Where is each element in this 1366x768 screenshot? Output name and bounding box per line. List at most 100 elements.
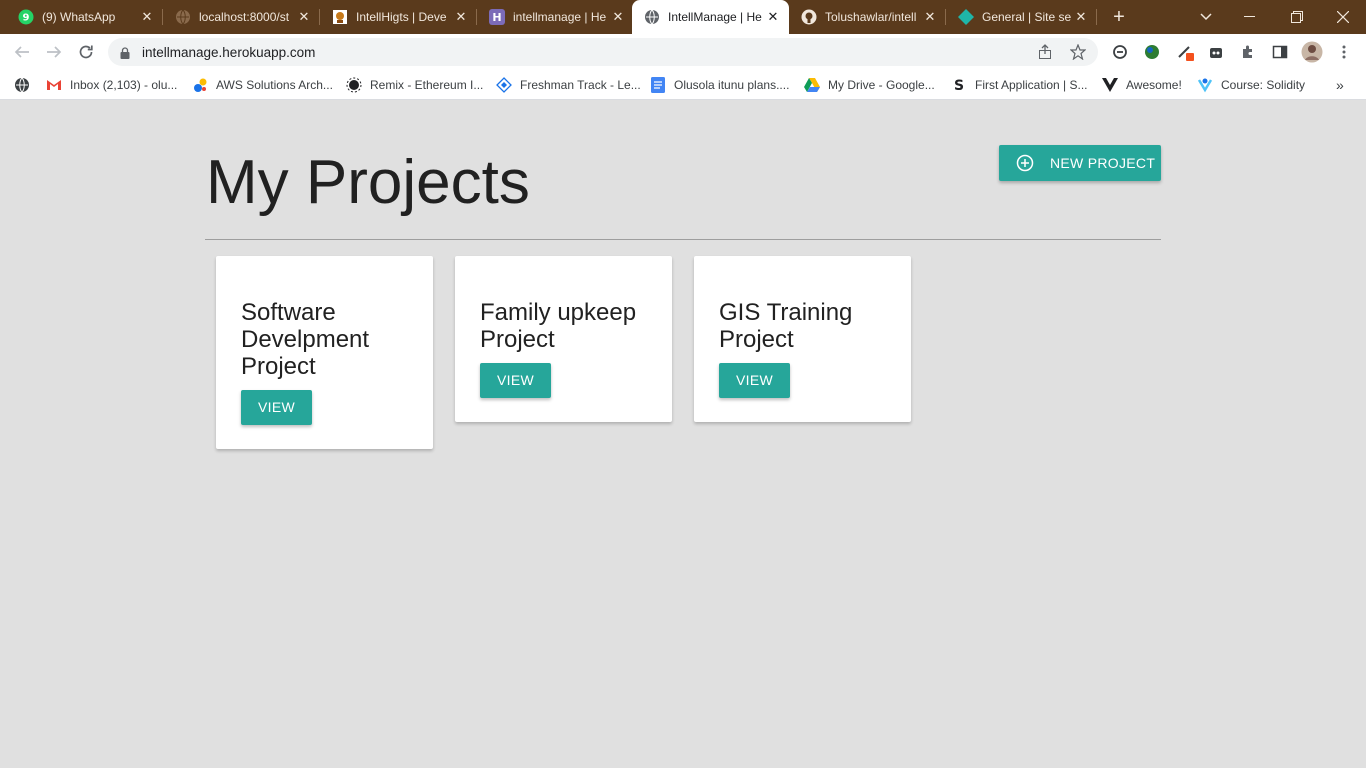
bookmark-gmail[interactable]: Inbox (2,103) - olu... — [46, 75, 177, 95]
diamond-icon — [496, 77, 512, 93]
aws-icon — [192, 77, 208, 93]
reload-icon[interactable] — [74, 40, 98, 64]
svg-text:H: H — [492, 11, 501, 24]
extensions-puzzle-icon[interactable] — [1236, 40, 1260, 64]
bookmark-label: Remix - Ethereum I... — [370, 78, 484, 92]
forward-icon[interactable] — [42, 40, 66, 64]
project-title: GIS Training Project — [719, 299, 853, 353]
heading-divider — [205, 239, 1161, 240]
bookmark-label: Olusola itunu plans.... — [674, 78, 790, 92]
restore-icon[interactable] — [1285, 0, 1309, 34]
minimize-icon[interactable] — [1238, 0, 1262, 34]
globe-icon — [644, 9, 660, 25]
svg-text:S: S — [954, 78, 964, 93]
tab-title: Tolushawlar/intell — [825, 10, 917, 24]
tab-title: intellmanage | He — [513, 10, 607, 24]
bookmark-label: Course: Solidity — [1221, 78, 1306, 92]
bookmarks-overflow-icon[interactable]: » — [1336, 75, 1344, 95]
extension-pen-icon[interactable] — [1174, 40, 1198, 64]
heroku-icon: H — [489, 9, 505, 25]
close-icon[interactable]: ✕ — [920, 9, 940, 25]
address-bar[interactable]: intellmanage.herokuapp.com — [108, 38, 1098, 66]
bookmark-strapi[interactable]: S First Application | S... — [951, 75, 1088, 95]
add-circle-icon — [1016, 154, 1034, 172]
project-title: Family upkeep Project — [480, 299, 637, 353]
bookmark-awesome[interactable]: Awesome! — [1102, 75, 1182, 95]
bookmark-label: Freshman Track - Le... — [520, 78, 641, 92]
tab-github[interactable]: Tolushawlar/intell ✕ — [789, 0, 946, 34]
browser-toolbar: intellmanage.herokuapp.com — [0, 34, 1366, 70]
bookmark-label: AWS Solutions Arch... — [216, 78, 333, 92]
drive-icon — [804, 77, 820, 93]
close-icon[interactable]: ✕ — [137, 9, 157, 25]
globe-icon — [14, 77, 30, 93]
tab-intellmanage-active[interactable]: IntellManage | He ✕ — [632, 0, 789, 34]
bookmark-remix[interactable]: Remix - Ethereum I... — [346, 75, 483, 95]
bookmark-aws[interactable]: AWS Solutions Arch... — [192, 75, 333, 95]
tab-title: General | Site sett — [982, 10, 1071, 24]
close-icon[interactable]: ✕ — [294, 9, 314, 25]
vue-icon — [1102, 77, 1118, 93]
url-text: intellmanage.herokuapp.com — [142, 45, 316, 60]
svg-text:9: 9 — [23, 13, 30, 24]
whatsapp-icon: 9 — [18, 9, 34, 25]
new-tab-button[interactable]: + — [1107, 0, 1131, 34]
tab-title: (9) WhatsApp — [42, 10, 116, 24]
view-project-button[interactable]: VIEW — [241, 390, 312, 425]
tab-title: IntellManage | He — [668, 10, 762, 24]
site-icon — [332, 9, 348, 25]
project-title: Software Develpment Project — [241, 299, 370, 380]
bookmark-apps-globe-icon[interactable] — [14, 75, 38, 95]
avatar[interactable] — [1300, 40, 1324, 64]
bookmark-label: Awesome! — [1126, 78, 1182, 92]
bookmark-google-drive[interactable]: My Drive - Google... — [804, 75, 935, 95]
strapi-icon: S — [951, 77, 967, 93]
close-icon[interactable]: ✕ — [1071, 9, 1091, 25]
globe-icon — [175, 9, 191, 25]
lock-icon — [120, 46, 130, 64]
bookmark-solidity-course[interactable]: Course: Solidity — [1197, 75, 1305, 95]
project-card: Family upkeep Project VIEW — [455, 256, 672, 422]
tab-title: IntellHigts | Deve — [356, 10, 447, 24]
extension-sync-icon[interactable] — [1108, 40, 1132, 64]
page-content: My Projects NEW PROJECT Software Develpm… — [0, 101, 1366, 768]
menu-kebab-icon[interactable] — [1332, 40, 1356, 64]
tab-search-icon[interactable] — [1194, 0, 1218, 34]
project-card: Software Develpment Project VIEW — [216, 256, 433, 449]
tab-whatsapp[interactable]: 9 (9) WhatsApp ✕ — [6, 0, 163, 34]
extension-globe-icon[interactable] — [1140, 40, 1164, 64]
github-icon — [801, 9, 817, 25]
docs-icon — [650, 77, 666, 93]
new-project-button[interactable]: NEW PROJECT — [999, 145, 1161, 181]
view-project-button[interactable]: VIEW — [719, 363, 790, 398]
close-icon[interactable]: ✕ — [608, 9, 628, 25]
netlify-icon — [958, 9, 974, 25]
tab-netlify[interactable]: General | Site sett ✕ — [946, 0, 1097, 34]
bookmark-label: Inbox (2,103) - olu... — [70, 78, 178, 92]
bookmarks-bar: Inbox (2,103) - olu... AWS Solutions Arc… — [0, 70, 1366, 100]
remix-icon — [346, 77, 362, 93]
extension-robot-icon[interactable] — [1204, 40, 1228, 64]
side-panel-icon[interactable] — [1268, 40, 1292, 64]
gmail-icon — [46, 77, 62, 93]
close-window-icon[interactable] — [1331, 0, 1355, 34]
tab-localhost[interactable]: localhost:8000/st ✕ — [163, 0, 320, 34]
view-project-button[interactable]: VIEW — [480, 363, 551, 398]
bookmark-label: First Application | S... — [975, 78, 1088, 92]
close-icon[interactable]: ✕ — [451, 9, 471, 25]
tab-intellhigts[interactable]: IntellHigts | Deve ✕ — [320, 0, 477, 34]
bookmark-olusola-plans[interactable]: Olusola itunu plans.... — [650, 75, 789, 95]
tab-title: localhost:8000/st — [199, 10, 290, 24]
tab-heroku[interactable]: H intellmanage | He ✕ — [477, 0, 634, 34]
page-title: My Projects — [206, 148, 530, 217]
project-card: GIS Training Project VIEW — [694, 256, 911, 422]
share-icon[interactable] — [1038, 44, 1054, 65]
back-icon[interactable] — [10, 40, 34, 64]
bookmark-freshman-track[interactable]: Freshman Track - Le... — [496, 75, 641, 95]
new-project-label: NEW PROJECT — [1050, 155, 1156, 171]
close-icon[interactable]: ✕ — [763, 9, 783, 25]
bookmark-star-icon[interactable] — [1069, 43, 1087, 65]
bookmark-label: My Drive - Google... — [828, 78, 935, 92]
tab-strip: 9 (9) WhatsApp ✕ localhost:8000/st ✕ Int… — [0, 0, 1366, 34]
course-icon — [1197, 77, 1213, 93]
